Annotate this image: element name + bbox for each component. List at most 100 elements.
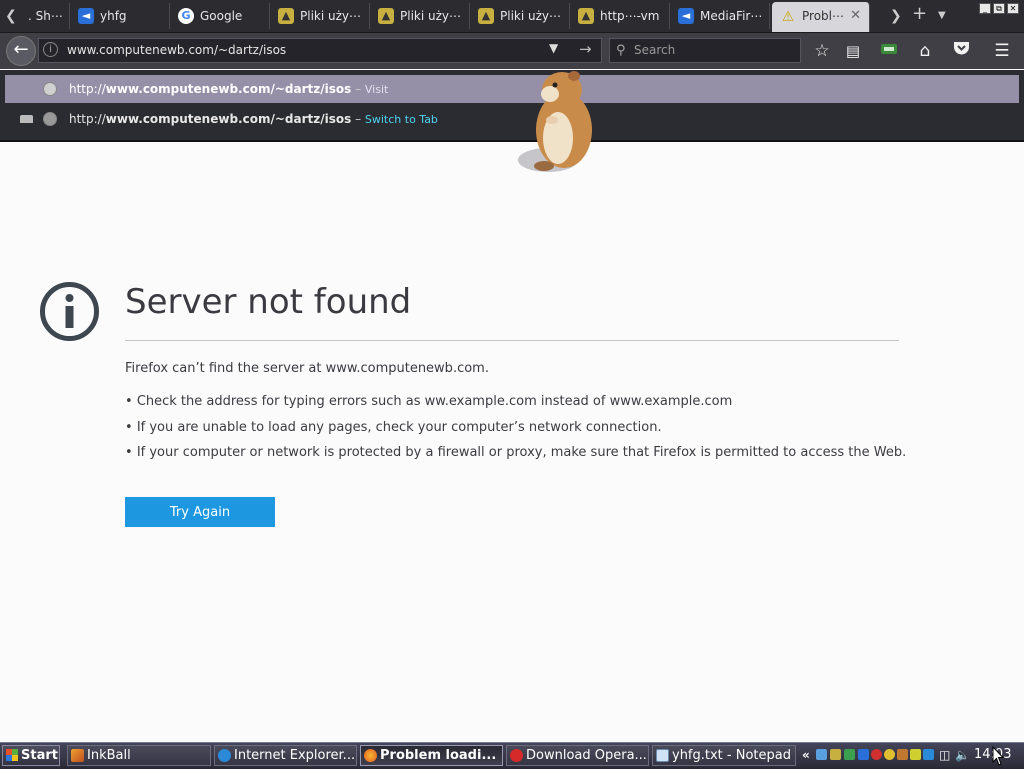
taskbar-item-label: Download Opera... [526, 748, 647, 763]
history-dropdown-icon[interactable]: ▼ [549, 41, 558, 55]
pliki-icon: ▲ [378, 8, 394, 24]
pliki-icon: ▲ [478, 8, 494, 24]
reading-list-icon[interactable]: ▤ [842, 40, 864, 62]
mediafire-icon: ◄ [78, 8, 94, 24]
inkball-icon [71, 749, 84, 762]
windows-logo-icon [6, 749, 18, 761]
taskbar-item-internet-explorer[interactable]: Internet Explorer... [214, 745, 357, 766]
title-divider [125, 340, 899, 341]
network-tray-icon[interactable] [816, 749, 827, 760]
mouse-cursor-icon [992, 746, 1004, 766]
volume-icon[interactable]: 🔈 [955, 743, 970, 767]
taskbar-item-firefox[interactable]: Problem loadi... [360, 745, 503, 766]
info-icon[interactable]: i [43, 42, 58, 57]
mediafire-icon: ◄ [678, 8, 694, 24]
info-circle-icon [40, 282, 99, 341]
autocomplete-row-text: http://www.computenewb.com/~dartz/isos –… [69, 112, 438, 126]
taskbar-item-opera-download[interactable]: Download Opera... [506, 745, 649, 766]
tab-8-label: Probl⋯ [802, 9, 844, 23]
tab-3[interactable]: ▲ Pliki uży⋯ [270, 3, 370, 29]
pliki-icon: ▲ [578, 8, 594, 24]
switch-to-tab-action: Switch to Tab [364, 113, 438, 126]
update-tray-icon[interactable] [884, 749, 895, 760]
visit-action: Visit [364, 83, 389, 96]
autocomplete-row-text: http://www.computenewb.com/~dartz/isos –… [69, 82, 389, 96]
error-description: Firefox can’t find the server at www.com… [125, 361, 489, 376]
tab-icon [20, 115, 33, 123]
system-tray: « ◫ 🔈 14:03 [799, 743, 1024, 769]
tray-expand-icon[interactable]: « [802, 743, 810, 767]
menu-hamburger-icon[interactable]: ☰ [991, 40, 1013, 62]
windows-taskbar: Start InkBall Internet Explorer... Probl… [0, 742, 1024, 769]
warning-icon: ⚠ [781, 9, 795, 25]
tab-6-label: http⋯-vm [600, 9, 660, 23]
extension-icon[interactable] [878, 40, 900, 62]
taskbar-item-notepad[interactable]: yhfg.txt - Notepad [652, 745, 796, 766]
suggestion-item: If your computer or network is protected… [125, 445, 906, 471]
ie-icon [218, 749, 231, 762]
search-placeholder: Search [634, 43, 676, 57]
url-bar[interactable]: i www.computenewb.com/~dartz/isos ▼ → [38, 38, 602, 63]
taskbar-item-label: Problem loadi... [380, 748, 497, 763]
search-input[interactable]: ⚲ Search [609, 38, 801, 63]
tab-7-label: MediaFir⋯ [700, 9, 763, 23]
tab-0[interactable]: . Sh⋯ [0, 3, 70, 29]
pliki-icon: ▲ [278, 8, 294, 24]
back-button[interactable]: ← [6, 36, 36, 66]
user-tray-icon[interactable] [844, 749, 855, 760]
bluetooth-tray-icon[interactable] [858, 749, 869, 760]
tab-4-label: Pliki uży⋯ [400, 9, 462, 23]
home-icon[interactable]: ⌂ [914, 40, 936, 62]
hamster-tray-icon[interactable] [897, 749, 908, 760]
tab-4[interactable]: ▲ Pliki uży⋯ [370, 3, 470, 29]
suggestion-item: If you are unable to load any pages, che… [125, 420, 906, 446]
error-suggestions: Check the address for typing errors such… [125, 394, 906, 471]
taskbar-item-label: Internet Explorer... [234, 748, 356, 763]
taskbar-item-label: yhfg.txt - Notepad [672, 748, 791, 763]
close-tab-icon[interactable]: ✕ [850, 2, 861, 30]
tab-3-label: Pliki uży⋯ [300, 9, 362, 23]
tab-0-label: . Sh⋯ [28, 9, 63, 23]
restore-window-icon[interactable]: ⧉ [993, 3, 1005, 14]
arrow-left-icon: ← [13, 39, 29, 60]
tab-1-label: yhfg [100, 9, 127, 23]
error-title: Server not found [125, 282, 412, 322]
minimize-window-icon[interactable]: _ [979, 3, 991, 14]
opera-icon [510, 749, 523, 762]
url-input[interactable]: www.computenewb.com/~dartz/isos [67, 43, 286, 57]
suggestion-item: Check the address for typing errors such… [125, 394, 906, 420]
go-arrow-icon[interactable]: → [579, 40, 592, 58]
taskbar-item-inkball[interactable]: InkBall [67, 745, 211, 766]
google-icon: G [178, 8, 194, 24]
security-tray-icon[interactable] [871, 749, 882, 760]
all-tabs-dropdown-icon[interactable]: ▼ [938, 6, 946, 26]
try-again-button[interactable]: Try Again [125, 497, 275, 527]
tab-2[interactable]: G Google [170, 3, 270, 29]
tab-1[interactable]: ◄ yhfg [70, 3, 170, 29]
start-button[interactable]: Start [2, 745, 60, 766]
tab-strip: ❮ . Sh⋯ ◄ yhfg G Google ▲ Pliki uży⋯ ▲ P… [0, 0, 1024, 33]
bookmark-star-icon[interactable]: ☆ [811, 40, 833, 62]
tab-7[interactable]: ◄ MediaFir⋯ [670, 3, 770, 29]
utility-tray-icon[interactable] [910, 749, 921, 760]
tab-5[interactable]: ▲ Pliki uży⋯ [470, 3, 570, 29]
pliki-tray-icon[interactable] [830, 749, 841, 760]
notepad-icon [656, 749, 669, 762]
start-label: Start [21, 748, 58, 763]
tab-2-label: Google [200, 9, 243, 23]
globe-icon [43, 112, 57, 126]
pocket-icon[interactable] [950, 40, 972, 62]
navigation-toolbar: ← i www.computenewb.com/~dartz/isos ▼ → … [0, 33, 1024, 69]
mail-tray-icon[interactable] [923, 749, 934, 760]
tab-6[interactable]: ▲ http⋯-vm [570, 3, 670, 29]
firefox-icon [364, 749, 377, 762]
close-window-icon[interactable]: ✕ [1007, 3, 1019, 14]
globe-icon [43, 82, 57, 96]
new-tab-icon[interactable]: + [912, 4, 927, 24]
tab-active[interactable]: ⚠ Probl⋯ ✕ [772, 2, 870, 32]
scroll-tabs-right-icon[interactable]: ❯ [890, 6, 902, 26]
display-tray-icon[interactable]: ◫ [939, 743, 950, 767]
tab-5-label: Pliki uży⋯ [500, 9, 562, 23]
search-icon: ⚲ [616, 43, 626, 58]
taskbar-item-label: InkBall [87, 748, 131, 763]
